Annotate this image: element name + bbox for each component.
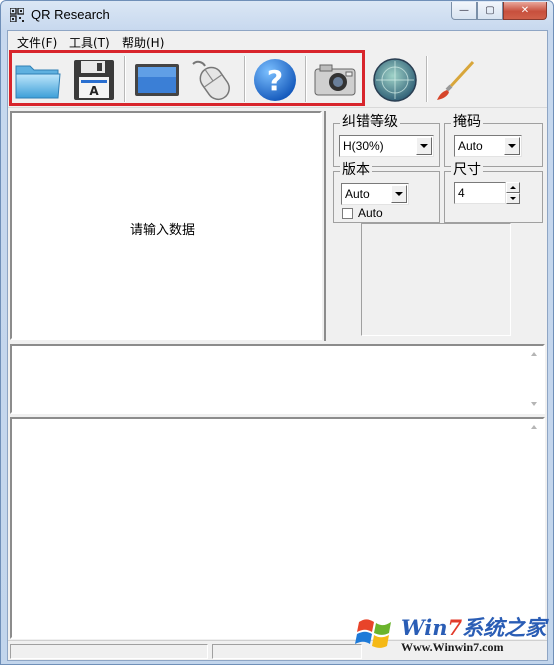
menu-help[interactable]: 帮助(H) <box>122 34 164 51</box>
camera-icon <box>314 64 356 96</box>
version-select[interactable]: Auto <box>341 183 409 205</box>
size-spinner <box>506 182 520 204</box>
maximize-button[interactable]: ▢ <box>477 2 503 20</box>
svg-text:?: ? <box>267 64 283 97</box>
size-label: 尺寸 <box>451 162 483 178</box>
app-window: QR Research — ▢ ✕ 文件(F) 工具(T) 帮助(H) A ? … <box>0 0 554 665</box>
status-pane-left <box>10 644 208 659</box>
maximize-icon: ▢ <box>485 5 495 16</box>
menu-file[interactable]: 文件(F) <box>17 34 57 51</box>
qr-preview-area <box>361 223 511 336</box>
mask-label: 掩码 <box>451 114 483 130</box>
chevron-down-icon <box>510 197 516 200</box>
info-text-area[interactable] <box>10 344 545 414</box>
mask-select[interactable]: Auto <box>454 135 522 157</box>
watermark-url: Www.Winwin7.com <box>401 640 504 654</box>
chevron-up-icon <box>510 186 516 189</box>
radar-button[interactable] <box>370 58 420 102</box>
version-dropdown-button[interactable] <box>391 185 407 203</box>
camera-button[interactable] <box>310 58 360 102</box>
mouse-decode-button[interactable] <box>188 58 238 102</box>
mask-dropdown-button[interactable] <box>504 137 520 155</box>
toolbar-separator <box>244 56 246 102</box>
chevron-down-icon <box>508 144 516 148</box>
mouse-icon <box>192 60 230 101</box>
version-group: 版本 Auto Auto <box>333 162 440 223</box>
version-auto-label: Auto <box>358 206 383 220</box>
screen-capture-button[interactable] <box>132 58 182 102</box>
windows-logo-icon <box>355 619 391 648</box>
scroll-down-icon[interactable] <box>531 402 537 406</box>
monitor-icon <box>135 64 179 96</box>
scroll-up-icon[interactable] <box>531 352 537 356</box>
version-label: 版本 <box>340 162 372 178</box>
info-scrollbar[interactable] <box>526 346 543 412</box>
size-decrement-button[interactable] <box>506 193 520 204</box>
brush-icon <box>437 60 475 100</box>
size-increment-button[interactable] <box>506 182 520 193</box>
size-input[interactable]: 4 <box>454 182 506 204</box>
data-placeholder: 请输入数据 <box>130 223 196 238</box>
version-value: Auto <box>345 187 370 201</box>
error-correction-select[interactable]: H(30%) <box>339 135 434 157</box>
radar-icon <box>373 58 417 102</box>
menu-bar: 文件(F) 工具(T) 帮助(H) <box>8 31 547 50</box>
close-icon: ✕ <box>520 5 530 16</box>
minimize-icon: — <box>459 5 469 16</box>
window-controls: — ▢ ✕ <box>451 2 547 20</box>
error-correction-value: H(30%) <box>343 139 384 153</box>
title-bar[interactable]: QR Research — ▢ ✕ <box>1 1 553 29</box>
open-folder-button[interactable] <box>13 58 63 102</box>
toolbar-separator <box>426 56 428 102</box>
mask-value: Auto <box>458 139 483 153</box>
window-title: QR Research <box>31 7 110 22</box>
version-auto-checkbox[interactable] <box>342 208 353 219</box>
data-input-area[interactable]: 请输入数据 <box>10 111 322 340</box>
error-correction-dropdown-button[interactable] <box>416 137 432 155</box>
output-scrollbar[interactable] <box>526 419 543 637</box>
settings-panel: 纠错等级 H(30%) 掩码 Auto 版本 Auto Auto 尺寸 4 <box>324 111 547 341</box>
minimize-button[interactable]: — <box>451 2 477 20</box>
folder-icon <box>15 65 61 99</box>
chevron-down-icon <box>420 144 428 148</box>
chevron-down-icon <box>395 192 403 196</box>
brush-button[interactable] <box>430 58 480 102</box>
status-pane-middle <box>212 644 362 659</box>
toolbar-separator <box>305 56 307 102</box>
error-correction-label: 纠错等级 <box>340 114 400 130</box>
mask-group: 掩码 Auto <box>444 114 543 167</box>
watermark-brand: Win7系统之家 <box>401 615 547 640</box>
save-button[interactable]: A <box>69 58 119 102</box>
help-button[interactable]: ? <box>250 58 300 102</box>
toolbar: A ? <box>8 50 547 108</box>
size-group: 尺寸 4 <box>444 162 543 223</box>
qr-app-icon <box>10 8 24 22</box>
close-button[interactable]: ✕ <box>503 2 547 20</box>
floppy-disk-icon: A <box>74 60 114 100</box>
watermark: Win7系统之家 Www.Winwin7.com <box>353 610 549 660</box>
client-area: 文件(F) 工具(T) 帮助(H) A ? 请输入数据 纠错等级 H(30%) … <box>7 30 548 661</box>
size-value: 4 <box>458 186 465 200</box>
toolbar-separator <box>124 56 126 102</box>
help-icon: ? <box>254 59 296 101</box>
error-correction-group: 纠错等级 H(30%) <box>333 114 440 167</box>
menu-tools[interactable]: 工具(T) <box>69 34 110 51</box>
output-text-area[interactable] <box>10 417 545 639</box>
svg-text:A: A <box>89 84 99 98</box>
scroll-up-icon[interactable] <box>531 425 537 429</box>
